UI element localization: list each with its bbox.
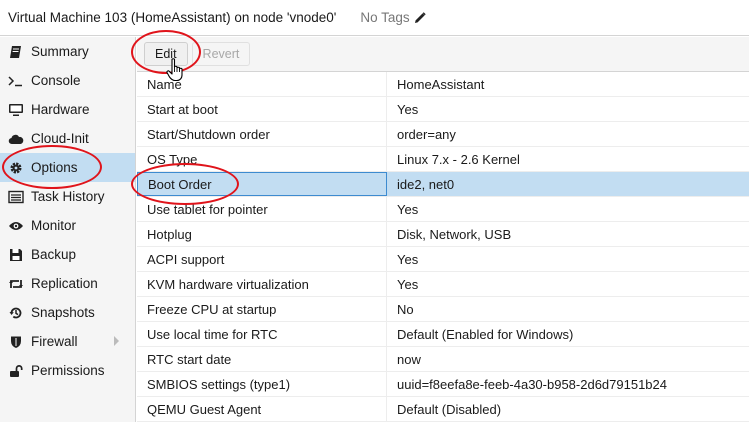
sidebar-item-permissions[interactable]: Permissions bbox=[0, 356, 135, 385]
option-key: Use tablet for pointer bbox=[137, 197, 387, 221]
option-value: HomeAssistant bbox=[397, 76, 485, 92]
options-row-tablet-pointer[interactable]: Use tablet for pointer Yes bbox=[137, 197, 749, 222]
sidebar-item-label: Replication bbox=[31, 276, 98, 291]
sidebar-item-snapshots[interactable]: Snapshots bbox=[0, 298, 135, 327]
sidebar-item-console[interactable]: Console bbox=[0, 66, 135, 95]
sidebar-item-label: Task History bbox=[31, 189, 105, 204]
option-key: Use local time for RTC bbox=[137, 322, 387, 346]
sidebar-item-label: Firewall bbox=[31, 334, 78, 349]
shield-icon bbox=[8, 334, 24, 350]
option-key: Start at boot bbox=[137, 97, 387, 121]
sidebar-item-replication[interactable]: Replication bbox=[0, 269, 135, 298]
edit-button[interactable]: Edit bbox=[144, 42, 188, 66]
option-value: Disk, Network, USB bbox=[397, 226, 512, 242]
option-key: RTC start date bbox=[137, 347, 387, 371]
option-value: uuid=f8eefa8e-feeb-4a30-b958-2d6d79151b2… bbox=[397, 376, 667, 392]
option-value: now bbox=[397, 351, 421, 367]
unlock-icon bbox=[8, 363, 24, 379]
sidebar-item-summary[interactable]: Summary bbox=[0, 37, 135, 66]
gear-icon bbox=[8, 160, 24, 176]
option-value: Yes bbox=[397, 251, 419, 267]
options-row-kvm[interactable]: KVM hardware virtualization Yes bbox=[137, 272, 749, 297]
options-row-rtc-start[interactable]: RTC start date now bbox=[137, 347, 749, 372]
options-row-name[interactable]: Name HomeAssistant bbox=[137, 72, 749, 97]
toolbar: Edit Revert bbox=[137, 37, 749, 72]
option-value: order=any bbox=[397, 126, 456, 142]
option-key: Boot Order bbox=[137, 172, 387, 196]
sidebar-item-label: Snapshots bbox=[31, 305, 95, 320]
option-key: Name bbox=[137, 72, 387, 96]
sidebar-item-label: Options bbox=[31, 160, 78, 175]
floppy-icon bbox=[8, 247, 24, 263]
revert-button[interactable]: Revert bbox=[191, 42, 251, 66]
pencil-icon[interactable] bbox=[414, 11, 426, 24]
option-key: Freeze CPU at startup bbox=[137, 297, 387, 321]
options-row-freeze-cpu[interactable]: Freeze CPU at startup No bbox=[137, 297, 749, 322]
options-row-start-at-boot[interactable]: Start at boot Yes bbox=[137, 97, 749, 122]
options-row-acpi[interactable]: ACPI support Yes bbox=[137, 247, 749, 272]
options-panel: Edit Revert Name HomeAssistant Start at … bbox=[137, 37, 749, 422]
sidebar-item-label: Hardware bbox=[31, 102, 90, 117]
option-value: Yes bbox=[397, 201, 419, 217]
option-value: Default (Disabled) bbox=[397, 401, 502, 417]
option-value: Yes bbox=[397, 101, 419, 117]
option-key: OS Type bbox=[137, 147, 387, 171]
title-bar: Virtual Machine 103 (HomeAssistant) on n… bbox=[0, 0, 749, 36]
sidebar-item-monitor[interactable]: Monitor bbox=[0, 211, 135, 240]
option-value: Default (Enabled for Windows) bbox=[397, 326, 574, 342]
sidebar-item-label: Console bbox=[31, 73, 81, 88]
option-value: ide2, net0 bbox=[397, 176, 455, 192]
page-title: Virtual Machine 103 (HomeAssistant) on n… bbox=[8, 10, 337, 25]
sidebar-item-label: Backup bbox=[31, 247, 77, 262]
option-key: KVM hardware virtualization bbox=[137, 272, 387, 296]
book-icon bbox=[8, 44, 24, 60]
sidebar-item-cloud-init[interactable]: Cloud-Init bbox=[0, 124, 135, 153]
expand-arrow-icon[interactable] bbox=[114, 336, 119, 346]
option-value: Linux 7.x - 2.6 Kernel bbox=[397, 151, 520, 167]
sidebar-item-task-history[interactable]: Task History bbox=[0, 182, 135, 211]
options-row-startup-order[interactable]: Start/Shutdown order order=any bbox=[137, 122, 749, 147]
option-key: Start/Shutdown order bbox=[137, 122, 387, 146]
sidebar-item-backup[interactable]: Backup bbox=[0, 240, 135, 269]
option-value: Yes bbox=[397, 276, 419, 292]
retweet-icon bbox=[8, 276, 24, 292]
option-key: QEMU Guest Agent bbox=[137, 397, 387, 421]
options-row-local-time[interactable]: Use local time for RTC Default (Enabled … bbox=[137, 322, 749, 347]
options-row-guest-agent[interactable]: QEMU Guest Agent Default (Disabled) bbox=[137, 397, 749, 422]
options-row-boot-order[interactable]: Boot Order ide2, net0 bbox=[137, 172, 749, 197]
options-row-os-type[interactable]: OS Type Linux 7.x - 2.6 Kernel bbox=[137, 147, 749, 172]
sidebar: Summary Console Hardware Cloud-Init Opti… bbox=[0, 37, 136, 422]
list-icon bbox=[8, 189, 24, 205]
sidebar-item-hardware[interactable]: Hardware bbox=[0, 95, 135, 124]
tags-area[interactable]: No Tags bbox=[360, 10, 426, 25]
tags-label: No Tags bbox=[360, 10, 410, 25]
options-row-smbios[interactable]: SMBIOS settings (type1) uuid=f8eefa8e-fe… bbox=[137, 372, 749, 397]
sidebar-item-label: Monitor bbox=[31, 218, 77, 233]
sidebar-item-label: Permissions bbox=[31, 363, 105, 378]
terminal-icon bbox=[8, 73, 24, 89]
cloud-icon bbox=[8, 131, 24, 147]
option-key: SMBIOS settings (type1) bbox=[137, 372, 387, 396]
option-key: ACPI support bbox=[137, 247, 387, 271]
desktop-icon bbox=[8, 102, 24, 118]
sidebar-item-firewall[interactable]: Firewall bbox=[0, 327, 135, 356]
options-grid: Name HomeAssistant Start at boot Yes Sta… bbox=[137, 72, 749, 422]
option-value: No bbox=[397, 301, 414, 317]
options-row-hotplug[interactable]: Hotplug Disk, Network, USB bbox=[137, 222, 749, 247]
sidebar-item-label: Cloud-Init bbox=[31, 131, 89, 146]
option-key: Hotplug bbox=[137, 222, 387, 246]
history-icon bbox=[8, 305, 24, 321]
eye-icon bbox=[8, 218, 24, 234]
sidebar-item-options[interactable]: Options bbox=[0, 153, 135, 182]
sidebar-item-label: Summary bbox=[31, 44, 89, 59]
